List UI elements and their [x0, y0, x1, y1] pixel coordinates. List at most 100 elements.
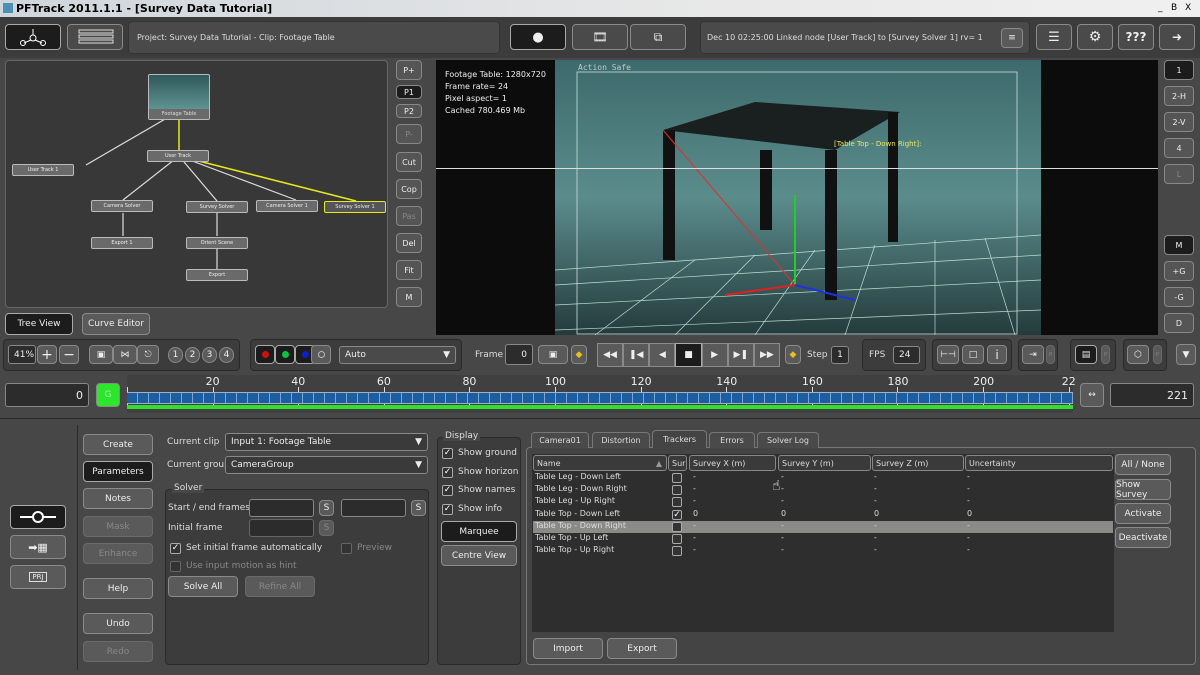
notes-button[interactable]: Notes — [83, 488, 153, 509]
node-user-track-1[interactable]: User Track 1 — [12, 164, 74, 176]
node-export[interactable]: Export — [186, 269, 248, 281]
end-set-button[interactable]: S — [411, 500, 426, 516]
end-frame-field[interactable] — [341, 499, 406, 517]
survey-checkbox[interactable] — [672, 497, 682, 508]
layout-2h-button[interactable]: 2-H — [1164, 86, 1194, 106]
play-back-button[interactable]: ◀ — [649, 343, 676, 367]
survey-checkbox[interactable] — [672, 485, 682, 496]
maximize-button[interactable]: B — [1171, 3, 1177, 13]
survey-checkbox[interactable]: ✓ — [672, 509, 682, 520]
mask-button[interactable]: Mask — [83, 516, 153, 537]
rewind-button[interactable]: ◀◀ — [597, 343, 624, 367]
start-frame-field[interactable] — [249, 499, 314, 517]
plus-g-button[interactable]: +G — [1164, 261, 1194, 281]
frame-overlay-button[interactable]: □ — [962, 345, 984, 364]
copy-button[interactable]: ⧉ — [630, 24, 686, 50]
enhance-button[interactable]: Enhance — [83, 543, 153, 564]
pin-button-3[interactable]: P — [1153, 345, 1162, 364]
p1-button[interactable]: P1 — [396, 85, 422, 99]
column-survey-z[interactable]: Survey Z (m) — [872, 455, 964, 471]
viewer[interactable]: Footage Table: 1280x720 Frame rate= 24 P… — [436, 60, 1158, 335]
display-option-checkbox[interactable]: ✓ — [442, 503, 453, 515]
export-clip-button[interactable]: ➡▦ — [10, 535, 66, 559]
red-channel-button[interactable] — [255, 345, 275, 364]
node-camera-solver[interactable]: Camera Solver — [91, 200, 153, 212]
list-menu-button[interactable]: ☰ — [1036, 24, 1072, 50]
node-footage-table[interactable]: Footage Table — [148, 74, 210, 120]
use-motion-checkbox[interactable] — [170, 561, 181, 572]
fit-button[interactable]: Fit — [396, 260, 422, 280]
survey-checkbox[interactable] — [672, 473, 682, 483]
node-export-1[interactable]: Export 1 — [91, 237, 153, 249]
project-button[interactable]: PRJ — [10, 565, 66, 589]
zoom-out-button[interactable]: − — [59, 345, 79, 364]
info-button[interactable]: i — [987, 345, 1007, 364]
m-button[interactable]: M — [1164, 235, 1194, 255]
survey-checkbox[interactable] — [672, 534, 682, 544]
create-button[interactable]: Create — [83, 434, 153, 455]
solve-all-button[interactable]: Solve All — [168, 576, 238, 597]
step-back-button[interactable]: ❚◀ — [623, 343, 650, 367]
layout-4-button[interactable]: 4 — [1164, 138, 1194, 158]
range-button[interactable]: ⊢⊣ — [937, 345, 959, 364]
tab-solver-log[interactable]: Solver Log — [757, 432, 819, 448]
column-uncertainty[interactable]: Uncertainty — [965, 455, 1113, 471]
pan-minus-button[interactable]: P- — [396, 124, 422, 144]
d-button[interactable]: D — [1164, 313, 1194, 333]
stop-button[interactable]: ■ — [675, 343, 702, 367]
track-list-button[interactable] — [67, 24, 123, 50]
display-option-checkbox[interactable]: ✓ — [442, 466, 453, 478]
layout-1-button[interactable]: 1 — [1164, 60, 1194, 80]
fast-forward-button[interactable]: ▶▶ — [753, 343, 780, 367]
help-button[interactable]: ??? — [1118, 24, 1154, 50]
green-channel-button[interactable] — [275, 345, 295, 364]
film-view-button[interactable]: 🎞 — [572, 24, 628, 50]
display-option-checkbox[interactable]: ✓ — [442, 485, 453, 496]
import-button[interactable]: Import — [533, 638, 603, 659]
start-frame-input[interactable]: 0 — [5, 383, 89, 407]
p2-button[interactable]: P2 — [396, 104, 422, 118]
cube-button[interactable]: ⬡ — [1127, 345, 1149, 364]
view-2-button[interactable]: 2 — [185, 347, 200, 363]
close-button[interactable]: X — [1185, 3, 1191, 13]
view-1-button[interactable]: 1 — [168, 347, 183, 363]
key-prev-button[interactable]: ◆ — [571, 345, 587, 364]
camera-frustum-button[interactable]: ⋈ — [113, 345, 137, 364]
tab-curve-editor[interactable]: Curve Editor — [82, 313, 150, 335]
column-survey-x[interactable]: Survey X (m) — [689, 455, 776, 471]
start-set-button[interactable]: S — [319, 500, 334, 516]
node-camera-solver-1[interactable]: Camera Solver 1 — [256, 200, 318, 212]
column-name[interactable]: Name ▲ — [533, 455, 667, 471]
copy-node-button[interactable]: Cop — [396, 179, 422, 199]
node-survey-solver-1[interactable]: Survey Solver 1 — [324, 201, 386, 213]
cut-button[interactable]: Cut — [396, 152, 422, 172]
current-group-select[interactable]: CameraGroup ▼ — [225, 456, 428, 474]
column-survey[interactable]: Sur — [668, 455, 687, 471]
survey-checkbox[interactable] — [672, 546, 682, 557]
deactivate-button[interactable]: Deactivate — [1115, 527, 1171, 548]
survey-checkbox[interactable] — [672, 521, 682, 532]
table-row[interactable]: Table Top - Down Right - - - - — [533, 520, 1113, 533]
end-frame-input[interactable]: 221 — [1110, 383, 1194, 407]
delete-button[interactable]: Del — [396, 233, 422, 253]
set-initial-checkbox[interactable]: ✓ — [170, 543, 181, 554]
tab-trackers[interactable]: Trackers — [652, 430, 707, 448]
timeline[interactable]: 20 40 60 80 100 120 140 160 180 200 22 — [127, 375, 1076, 413]
all-none-button[interactable]: All / None — [1115, 454, 1171, 475]
node-user-track[interactable]: User Track — [147, 150, 209, 162]
settings-button[interactable]: ⚙ — [1077, 24, 1113, 50]
fit-range-button[interactable]: ↔ — [1080, 383, 1104, 407]
table-row[interactable]: Table Top - Up Right - - - - — [533, 545, 1113, 557]
tracking-mode-button[interactable] — [10, 505, 66, 529]
fit-view-button[interactable]: ▣ — [89, 345, 113, 364]
step-forward-button[interactable]: ▶❚ — [727, 343, 754, 367]
current-clip-select[interactable]: Input 1: Footage Table ▼ — [225, 433, 428, 451]
frame-input[interactable]: 0 — [505, 344, 533, 365]
activate-button[interactable]: Activate — [1115, 503, 1171, 524]
initial-set-button[interactable]: S — [319, 520, 334, 536]
tab-distortion[interactable]: Distortion — [592, 432, 650, 448]
tab-errors[interactable]: Errors — [709, 432, 755, 448]
show-survey-button[interactable]: Show Survey — [1115, 479, 1171, 500]
play-button[interactable]: ▶ — [701, 343, 728, 367]
view-4-button[interactable]: 4 — [219, 347, 234, 363]
